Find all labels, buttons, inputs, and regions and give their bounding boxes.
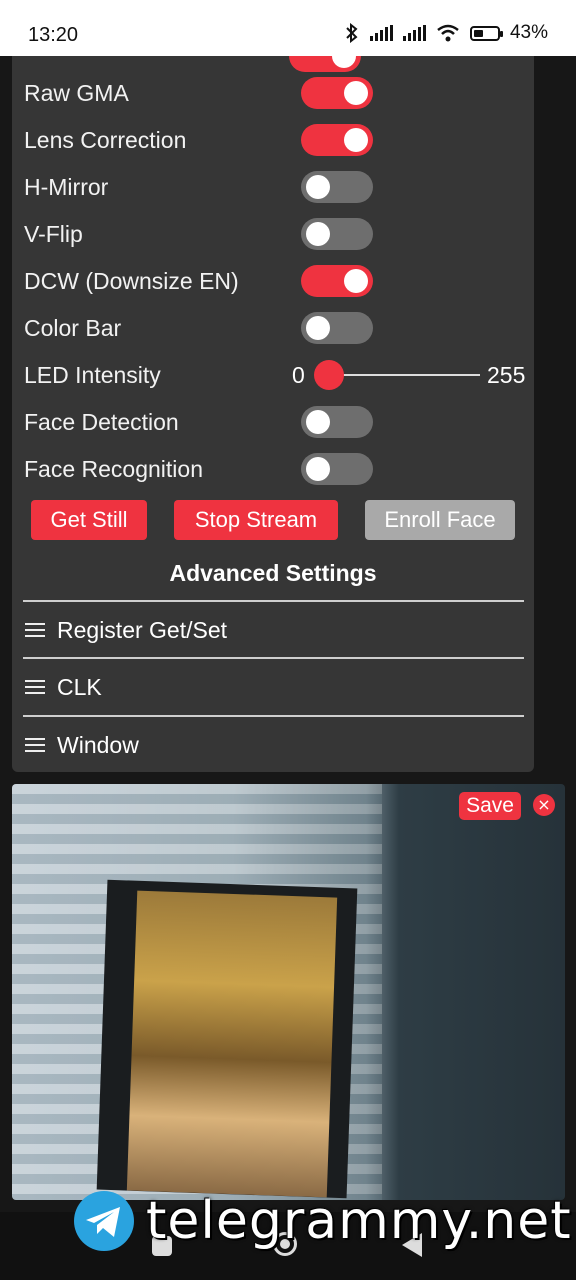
battery-fill <box>473 29 483 37</box>
status-icons: 43% <box>344 22 548 44</box>
toggle-knob <box>306 457 330 481</box>
setting-row-v-flip: V-Flip <box>24 214 524 254</box>
led-intensity-slider-track[interactable] <box>328 374 480 376</box>
watermark-text: telegrammy.net <box>146 1191 572 1251</box>
toggle-h-mirror[interactable] <box>301 171 373 203</box>
toggle-knob <box>306 316 330 340</box>
partial-toggle[interactable] <box>289 56 361 72</box>
slider-min-label: 0 <box>292 361 305 388</box>
bluetooth-icon <box>346 23 358 43</box>
setting-label: Raw GMA <box>24 79 129 106</box>
toggle-face-detection[interactable] <box>301 406 373 438</box>
toggle-knob <box>344 128 368 152</box>
setting-label: Lens Correction <box>24 126 187 153</box>
section-clk[interactable]: CLK <box>23 657 524 715</box>
setting-row-face-detection: Face Detection <box>24 402 524 442</box>
toggle-knob <box>344 269 368 293</box>
signal-icon <box>369 25 393 41</box>
toggle-v-flip[interactable] <box>301 218 373 250</box>
section-title: Window <box>57 731 139 758</box>
setting-row-raw-gma: Raw GMA <box>24 73 524 113</box>
setting-row-face-recognition: Face Recognition <box>24 449 524 489</box>
settings-panel[interactable]: Raw GMA Lens Correction H-Mirror V-Flip … <box>12 56 534 772</box>
get-still-button[interactable]: Get Still <box>31 500 147 540</box>
toggle-dcw[interactable] <box>301 265 373 297</box>
close-button[interactable]: × <box>533 794 555 816</box>
setting-label: V-Flip <box>24 220 83 247</box>
enroll-face-button[interactable]: Enroll Face <box>365 500 515 540</box>
menu-icon <box>25 734 45 756</box>
toggle-knob <box>344 81 368 105</box>
setting-label: Face Detection <box>24 408 179 435</box>
battery-icon <box>469 25 503 41</box>
setting-row-led-intensity: LED Intensity 0 255 <box>24 355 526 395</box>
advanced-settings-title: Advanced Settings <box>169 560 377 586</box>
setting-label: Face Recognition <box>24 455 203 482</box>
setting-label: Color Bar <box>24 314 122 341</box>
toggle-lens-correction[interactable] <box>301 124 373 156</box>
toggle-raw-gma[interactable] <box>301 77 373 109</box>
toggle-knob <box>306 222 330 246</box>
telegram-logo-icon <box>74 1191 134 1251</box>
led-intensity-slider-thumb[interactable] <box>314 360 344 390</box>
save-button[interactable]: Save <box>459 792 521 820</box>
toggle-color-bar[interactable] <box>301 312 373 344</box>
signal-icon <box>402 25 426 41</box>
setting-row-dcw: DCW (Downsize EN) <box>24 261 524 301</box>
menu-icon <box>25 676 45 698</box>
stop-stream-button[interactable]: Stop Stream <box>174 500 338 540</box>
framed-photo <box>126 890 338 1198</box>
status-time: 13:20 <box>28 24 79 46</box>
menu-icon <box>25 619 45 641</box>
setting-row-color-bar: Color Bar <box>24 308 524 348</box>
status-bar: 13:20 43% <box>0 0 576 56</box>
setting-label: DCW (Downsize EN) <box>24 267 239 294</box>
toggle-knob <box>332 56 356 68</box>
toggle-knob <box>306 410 330 434</box>
toggle-face-recognition[interactable] <box>301 453 373 485</box>
setting-label: LED Intensity <box>24 361 161 388</box>
setting-row-h-mirror: H-Mirror <box>24 167 524 207</box>
section-title: Register Get/Set <box>57 616 228 643</box>
setting-row-lens-correction: Lens Correction <box>24 120 524 160</box>
slider-max-label: 255 <box>487 361 526 388</box>
toggle-knob <box>306 175 330 199</box>
wifi-icon <box>437 24 459 42</box>
section-window[interactable]: Window <box>23 715 524 772</box>
section-title: CLK <box>57 673 102 700</box>
section-register-get-set[interactable]: Register Get/Set <box>23 600 524 658</box>
watermark: telegrammy.net <box>72 1188 572 1254</box>
setting-label: H-Mirror <box>24 173 109 200</box>
battery-percent: 43% <box>509 22 548 43</box>
camera-stream-image: Save × <box>12 784 565 1200</box>
